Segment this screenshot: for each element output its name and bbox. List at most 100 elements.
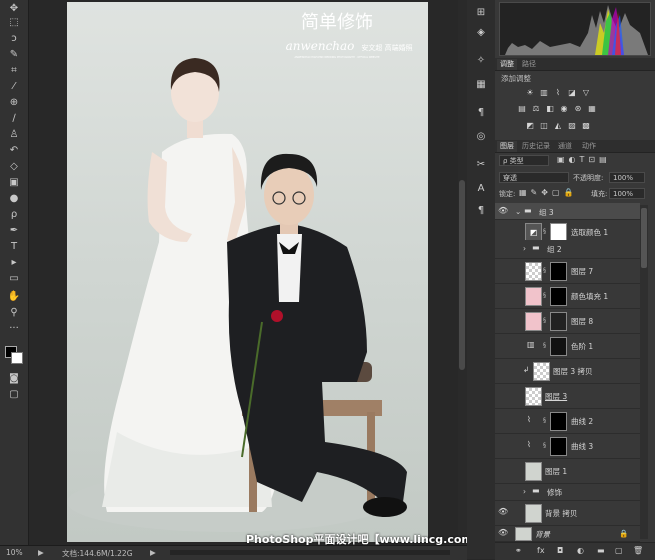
tab-channels[interactable]: 通道 (555, 141, 575, 152)
layer-name[interactable]: 组 3 (539, 207, 554, 218)
background-color-swatch[interactable] (11, 352, 23, 364)
opacity-input[interactable]: 100% (609, 172, 645, 183)
layer-row-curves2[interactable]: ● ⌇ § 曲线 2 (495, 409, 640, 434)
zoom-level[interactable]: 10% (6, 548, 23, 557)
layer-row-layer8[interactable]: ● § 图层 8 (495, 309, 640, 334)
link-icon[interactable]: ⚭ (515, 546, 522, 555)
layer-row-color-fill[interactable]: ● § 颜色填充 1 (495, 284, 640, 309)
levels-adjust-icon[interactable]: ▥ (539, 88, 549, 97)
quick-select-tool-icon[interactable]: ✎ (5, 48, 23, 62)
history-brush-icon[interactable]: ↶ (5, 144, 23, 158)
visibility-eye-icon[interactable]: ● (498, 466, 508, 474)
status-menu-icon[interactable]: ▶ (150, 548, 156, 557)
selective-color-icon[interactable]: ▨ (567, 121, 577, 130)
layer-row-background[interactable]: 👁 背景 🔒 (495, 526, 640, 542)
layer-name[interactable]: 背景 拷贝 (545, 508, 577, 519)
group-arrow-icon[interactable]: › (523, 244, 526, 253)
gradient-map-icon[interactable]: ▩ (581, 121, 591, 130)
visibility-eye-icon[interactable]: ● (498, 441, 508, 449)
exposure-adjust-icon[interactable]: ◪ (567, 88, 577, 97)
visibility-eye-icon[interactable]: 👁 (498, 508, 508, 516)
visibility-eye-icon[interactable]: ● (498, 266, 508, 274)
brightness-adjust-icon[interactable]: ☀ (525, 88, 535, 97)
layer-name[interactable]: 修饰 (547, 487, 562, 498)
visibility-eye-icon[interactable]: ● (498, 291, 508, 299)
adjustment-icon[interactable]: ◐ (577, 546, 584, 555)
photo-filter-icon[interactable]: ◉ (559, 104, 569, 113)
swatches-panel-icon[interactable]: ▦ (474, 78, 488, 92)
wedding-photo-canvas[interactable]: 简单修饰 anwenchao 安文超 高端婚照 ANWENCHAO HIGH-E… (67, 2, 428, 542)
layer-row-curves3[interactable]: ● ⌇ § 曲线 3 (495, 434, 640, 459)
layer-name[interactable]: 组 2 (547, 244, 562, 255)
visibility-eye-icon[interactable]: ● (498, 366, 508, 374)
layer-row-levels[interactable]: ● ▥ § 色阶 1 (495, 334, 640, 359)
properties-panel-icon[interactable]: ◈ (474, 26, 488, 40)
curves-adjust-icon[interactable]: ⌇ (553, 88, 563, 97)
move-tool-icon[interactable]: ✥ (5, 2, 23, 16)
screen-mode-icon[interactable]: ▢ (5, 388, 23, 402)
group-arrow-icon[interactable]: › (523, 487, 526, 496)
tab-history[interactable]: 历史记录 (519, 141, 553, 152)
filter-icons[interactable]: ▣◐T⊡▤ (557, 155, 611, 164)
blend-mode-select[interactable]: 穿透 (499, 172, 569, 183)
invert-icon[interactable]: ◩ (525, 121, 535, 130)
layer-row-group3[interactable]: 👁 ⌄ ▬ 组 3 (495, 203, 640, 220)
layer-name[interactable]: 图层 7 (571, 266, 593, 277)
color-lookup-icon[interactable]: ▦ (587, 104, 597, 113)
pen-tool-icon[interactable]: ✒ (5, 224, 23, 238)
group-arrow-icon[interactable]: ⌄ (515, 207, 521, 216)
canvas-scroll-thumb[interactable] (459, 180, 465, 370)
fx-icon[interactable]: fx (537, 546, 545, 555)
visibility-eye-icon[interactable]: ● (498, 416, 508, 424)
zoom-tool-icon[interactable]: ⚲ (5, 306, 23, 320)
brush-tool-icon[interactable]: ∕ (5, 112, 23, 126)
visibility-eye-icon[interactable]: ● (498, 391, 508, 399)
black-white-icon[interactable]: ◧ (545, 104, 555, 113)
visibility-eye-icon[interactable]: ● (498, 316, 508, 324)
healing-brush-icon[interactable]: ⊕ (5, 96, 23, 110)
channel-mixer-icon[interactable]: ⊛ (573, 104, 583, 113)
layer-name[interactable]: 曲线 2 (571, 416, 593, 427)
layer-name[interactable]: 图层 8 (571, 316, 593, 327)
layer-name[interactable]: 图层 3 拷贝 (553, 366, 593, 377)
rectangle-tool-icon[interactable]: ▭ (5, 272, 23, 286)
trash-icon[interactable]: 🗑 (633, 546, 643, 555)
brush-preset-icon[interactable]: ✧ (474, 54, 488, 68)
layer-name[interactable]: 色阶 1 (571, 341, 593, 352)
layer-row-layer1[interactable]: ● 图层 1 (495, 459, 640, 484)
tab-adjustments[interactable]: 调整 (497, 59, 517, 70)
blur-tool-icon[interactable]: ● (5, 192, 23, 206)
visibility-eye-icon[interactable]: ● (498, 488, 508, 496)
layer-row-group2[interactable]: ● › ▬ 组 2 (495, 240, 640, 259)
layer-row-retouch-group[interactable]: ● › ▬ 修饰 (495, 484, 640, 501)
hue-saturation-icon[interactable]: ▤ (517, 104, 527, 113)
path-select-icon[interactable]: ▸ (5, 256, 23, 270)
gradient-tool-icon[interactable]: ▣ (5, 176, 23, 190)
layer-name[interactable]: 背景 (535, 529, 550, 540)
layer-row-background-copy[interactable]: 👁 背景 拷贝 (495, 501, 640, 526)
history-panel-icon[interactable]: ⊞ (474, 6, 488, 20)
marquee-tool-icon[interactable]: ⬚ (5, 16, 23, 30)
folder-icon[interactable]: ▬ (597, 546, 605, 555)
layer-name[interactable]: 图层 3 (545, 391, 567, 402)
eraser-tool-icon[interactable]: ◇ (5, 160, 23, 174)
clone-source-icon[interactable]: ◎ (474, 130, 488, 144)
tab-paths[interactable]: 路径 (519, 59, 539, 70)
visibility-eye-icon[interactable]: 👁 (498, 529, 508, 537)
character-panel-icon[interactable]: A (474, 182, 488, 196)
layer-row-layer7[interactable]: ● § 图层 7 (495, 259, 640, 284)
eyedropper-tool-icon[interactable]: ⁄ (5, 80, 23, 94)
paragraph-panel-icon[interactable]: ¶ (474, 106, 488, 120)
crop-tool-icon[interactable]: ⌗ (5, 64, 23, 78)
visibility-eye-icon[interactable]: ● (498, 247, 508, 255)
layer-row-layer3-copy[interactable]: ● ↲ 图层 3 拷贝 (495, 359, 640, 384)
horizontal-scrollbar[interactable] (170, 550, 450, 555)
threshold-icon[interactable]: ◭ (553, 121, 563, 130)
visibility-eye-icon[interactable]: ● (498, 341, 508, 349)
status-arrow-icon[interactable]: ▶ (38, 548, 44, 557)
layer-filter-select[interactable]: ρ 类型 (499, 155, 549, 166)
lasso-tool-icon[interactable]: ↄ (5, 32, 23, 46)
tab-layers[interactable]: 图层 (497, 141, 517, 152)
character-styles-icon[interactable]: ¶ (474, 204, 488, 218)
new-layer-icon[interactable]: ▢ (615, 546, 623, 555)
